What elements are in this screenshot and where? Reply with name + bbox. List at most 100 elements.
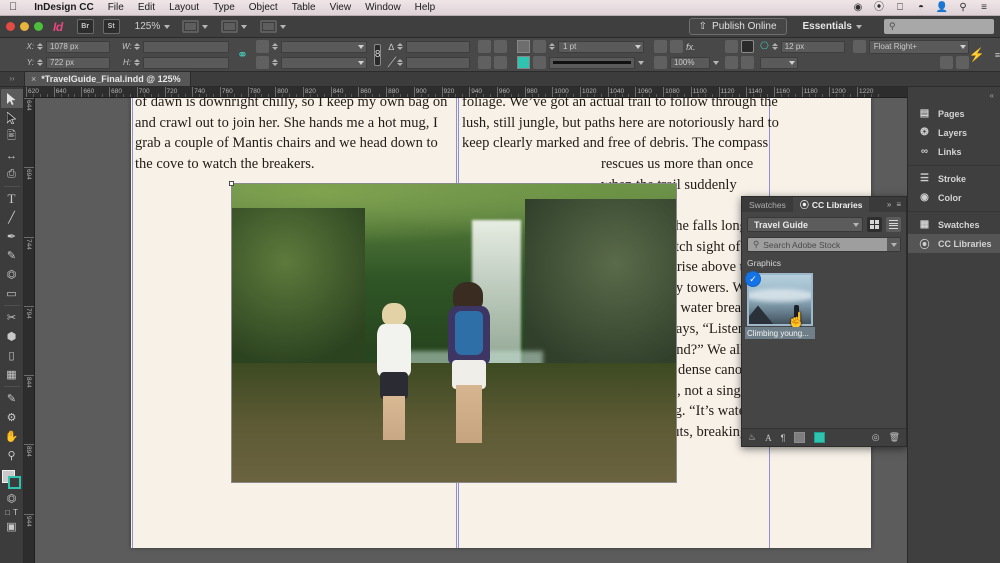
select-content-button[interactable] — [955, 56, 969, 69]
page-tool[interactable]: 🖹 — [1, 127, 23, 146]
rotate-ccw-button[interactable] — [477, 40, 491, 53]
menu-item-layout[interactable]: Layout — [162, 0, 206, 16]
tab-bar-handle[interactable]: ›› — [0, 71, 24, 86]
dropbox-icon[interactable]: ⦿ — [869, 0, 889, 16]
dock-item-stroke[interactable]: ☰ Stroke — [908, 169, 1000, 188]
text-frame-right-column-top[interactable]: foliage. We’ve got an actual trail to fo… — [462, 98, 782, 154]
fill-type-dropdown[interactable] — [532, 56, 546, 69]
color-theme-tool[interactable]: ⚙ — [1, 408, 23, 427]
y-field[interactable]: 722 px — [46, 56, 110, 69]
text-wrap-button[interactable] — [740, 40, 754, 53]
text-frame-options-button[interactable] — [724, 40, 738, 53]
zoom-tool[interactable]: ⚲ — [1, 446, 23, 465]
list-view-icon[interactable] — [886, 217, 901, 232]
corner-options-button[interactable] — [653, 40, 667, 53]
screen-mode-dropdown[interactable] — [182, 20, 209, 33]
rotate-cw-button[interactable] — [493, 40, 507, 53]
object-effects-button[interactable] — [669, 40, 683, 53]
rotate-field[interactable] — [405, 40, 470, 53]
menu-item-object[interactable]: Object — [242, 0, 285, 16]
character-style-icon[interactable]: A — [765, 433, 772, 443]
dock-item-layers[interactable]: ❂ Layers — [908, 123, 1000, 142]
scale-x-stepper[interactable] — [271, 43, 278, 50]
panel-menu-icon[interactable]: ≡ — [896, 200, 901, 209]
selection-tool[interactable] — [0, 89, 23, 108]
dock-item-color[interactable]: ◉ Color — [908, 188, 1000, 207]
dock-item-cc-libraries[interactable]: ⦿ CC Libraries — [908, 234, 1000, 253]
workspace-switcher[interactable]: Essentials — [803, 21, 862, 32]
menu-item-table[interactable]: Table — [285, 0, 323, 16]
stroke-type-dropdown[interactable] — [532, 40, 546, 53]
frame-tool[interactable]: ⏣ — [1, 265, 23, 284]
document-tab[interactable]: × *TravelGuide_Final.indd @ 125% — [24, 71, 191, 86]
color-swatch-icon[interactable] — [814, 432, 826, 443]
x-stepper[interactable] — [37, 43, 43, 50]
menu-item-file[interactable]: File — [101, 0, 131, 16]
placed-image-frame[interactable] — [231, 183, 677, 483]
stroke-style-dropdown[interactable] — [548, 56, 635, 69]
user-icon[interactable]: 👤 — [932, 0, 952, 16]
fill-stroke-swatches[interactable] — [1, 469, 23, 491]
search-filter-dropdown[interactable] — [887, 238, 900, 251]
scale-y-stepper[interactable] — [271, 59, 278, 66]
content-collector-tool[interactable]: ⎙ — [1, 165, 23, 184]
record-icon[interactable]: ◉ — [848, 0, 868, 16]
h-stepper[interactable] — [134, 59, 140, 66]
search-icon[interactable]: ⚲ — [953, 0, 973, 16]
chain-link-icon[interactable]: ⚭ — [237, 47, 248, 63]
shear-stepper[interactable] — [396, 59, 403, 66]
formatting-affects-toggle[interactable]: □ T — [1, 505, 23, 519]
stock-button[interactable]: St — [102, 19, 120, 34]
dock-item-links[interactable]: ∞ Links — [908, 142, 1000, 161]
shear-field[interactable] — [405, 56, 470, 69]
fill-color-swatch[interactable] — [516, 56, 530, 69]
stroke-swatch[interactable] — [7, 476, 21, 489]
close-window-button[interactable] — [6, 22, 15, 31]
graphic-icon[interactable] — [794, 432, 806, 443]
select-container-button[interactable] — [939, 56, 953, 69]
view-options-dropdown[interactable] — [221, 20, 248, 33]
apple-icon[interactable]:  — [9, 2, 17, 13]
zoom-level-dropdown[interactable]: 125% — [135, 21, 171, 32]
grid-view-icon[interactable] — [867, 217, 882, 232]
paragraph-style-icon[interactable]: ¶ — [781, 433, 786, 443]
default-fill-stroke-icon[interactable]: ⏣ — [1, 491, 23, 505]
minimize-window-button[interactable] — [20, 22, 29, 31]
menu-item-view[interactable]: View — [323, 0, 359, 16]
menu-item-help[interactable]: Help — [408, 0, 443, 16]
menu-item-indesign[interactable]: InDesign CC — [27, 0, 100, 16]
pen-tool[interactable]: ✒ — [1, 227, 23, 246]
stroke-weight-field[interactable]: 1 pt — [557, 40, 644, 53]
stroke-color-swatch[interactable] — [516, 40, 530, 53]
dock-item-swatches[interactable]: ▦ Swatches — [908, 215, 1000, 234]
w-stepper[interactable] — [134, 43, 140, 50]
rectangle-tool[interactable]: ▭ — [1, 284, 23, 303]
display-icon[interactable]: ⎕ — [890, 0, 910, 16]
type-tool[interactable]: T — [1, 189, 23, 208]
vertical-ruler[interactable]: 644694744794844894944994 — [24, 98, 35, 563]
trash-icon[interactable]: 🗑 — [889, 432, 900, 443]
arrange-documents-dropdown[interactable] — [260, 20, 287, 33]
y-stepper[interactable] — [37, 59, 43, 66]
gutter-field[interactable]: 12 px — [780, 40, 845, 53]
panel-menu-icon[interactable]: ≡ — [995, 50, 1000, 60]
search-input[interactable]: ⚲ — [884, 19, 994, 34]
scissors-tool[interactable]: ✂ — [1, 308, 23, 327]
column-layout-dropdown[interactable] — [759, 56, 798, 69]
direct-selection-tool[interactable] — [1, 108, 23, 127]
horizontal-ruler[interactable]: 620 640 660 680 700 720 740 760 780 800 820 840 860 8… — [24, 87, 1000, 98]
auto-fit-button[interactable] — [740, 56, 754, 69]
scale-y-field[interactable] — [280, 56, 367, 69]
corner-value-field[interactable]: 100% — [669, 56, 710, 69]
library-asset-item[interactable]: ✓ ☝ Climbing young... — [745, 271, 815, 339]
text-frame-left-column[interactable]: of dawn is downright chilly, so I keep m… — [135, 98, 449, 174]
close-icon[interactable]: × — [31, 74, 36, 84]
library-dropdown[interactable]: Travel Guide — [747, 217, 863, 232]
dock-collapse-button[interactable]: « — [908, 89, 1000, 101]
adobe-stock-search[interactable]: ⚲ Search Adobe Stock — [747, 237, 901, 252]
flip-horizontal-button[interactable] — [477, 56, 491, 69]
constrain-proportions-button[interactable]: 8 — [373, 43, 382, 66]
adobe-stock-search-input[interactable]: ⚲ Search Adobe Stock — [748, 239, 887, 250]
w-field[interactable] — [143, 40, 229, 53]
x-field[interactable]: 1078 px — [46, 40, 110, 53]
